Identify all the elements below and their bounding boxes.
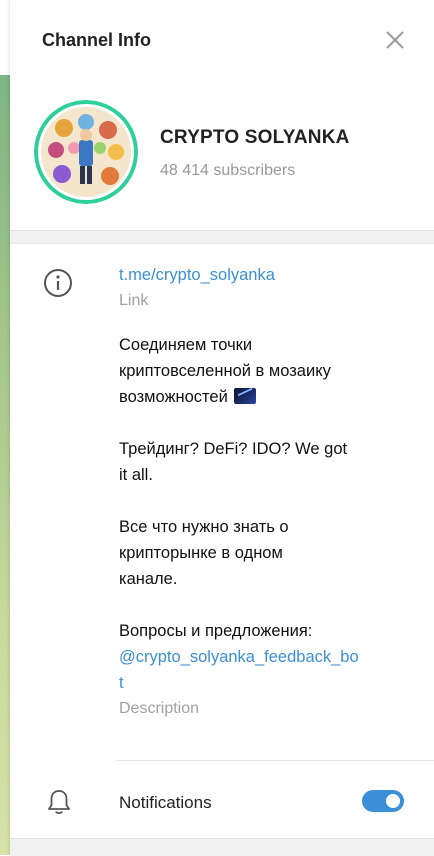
description-line: канале. bbox=[119, 570, 178, 588]
panel-header: Channel Info bbox=[10, 0, 434, 80]
toggle-knob bbox=[384, 792, 402, 810]
link-caption: Link bbox=[119, 292, 149, 309]
description-text: возможностей bbox=[119, 388, 228, 406]
feedback-bot-link-cont[interactable]: t bbox=[119, 670, 409, 696]
subscriber-count: 48 414 subscribers bbox=[160, 162, 296, 179]
channel-profile: CRYPTO SOLYANKA 48 414 subscribers bbox=[10, 80, 434, 230]
channel-info-panel: Channel Info CRYPTO SOLYANKA 48 414 subs… bbox=[10, 0, 434, 856]
description-line: криптовселенной в мозаику bbox=[119, 362, 331, 380]
notifications-toggle[interactable] bbox=[362, 790, 404, 812]
notifications-label: Notifications bbox=[119, 793, 212, 812]
channel-info-section: t.me/crypto_solyanka Link Соединяем точк… bbox=[119, 262, 409, 722]
description-line: Вопросы и предложения: bbox=[119, 622, 313, 640]
chart-emoji-icon bbox=[234, 388, 257, 404]
description-line: крипторынке в одном bbox=[119, 544, 283, 562]
avatar[interactable] bbox=[34, 100, 138, 204]
channel-link[interactable]: t.me/crypto_solyanka bbox=[119, 262, 409, 288]
section-divider-bottom bbox=[10, 838, 434, 856]
description-caption: Description bbox=[119, 700, 200, 717]
close-button[interactable] bbox=[382, 27, 408, 53]
description-line: Соединяем точки bbox=[119, 336, 253, 354]
section-divider bbox=[10, 230, 434, 244]
notifications-row[interactable]: Notifications bbox=[10, 762, 434, 838]
description-line: возможностей bbox=[119, 384, 409, 410]
description-line: Трейдинг? DeFi? IDO? We got bbox=[119, 440, 348, 458]
row-separator bbox=[116, 760, 434, 761]
bell-icon bbox=[46, 788, 72, 816]
description-line: Все что нужно знать о bbox=[119, 518, 289, 536]
description-line: it all. bbox=[119, 466, 153, 484]
chat-background bbox=[0, 75, 10, 855]
info-icon bbox=[42, 267, 74, 299]
panel-title: Channel Info bbox=[42, 30, 151, 50]
close-icon bbox=[386, 31, 404, 49]
channel-description: Соединяем точки криптовселенной в мозаик… bbox=[119, 332, 409, 696]
feedback-bot-link[interactable]: @crypto_solyanka_feedback_bo bbox=[119, 644, 409, 670]
channel-name: CRYPTO SOLYANKA bbox=[160, 127, 350, 148]
